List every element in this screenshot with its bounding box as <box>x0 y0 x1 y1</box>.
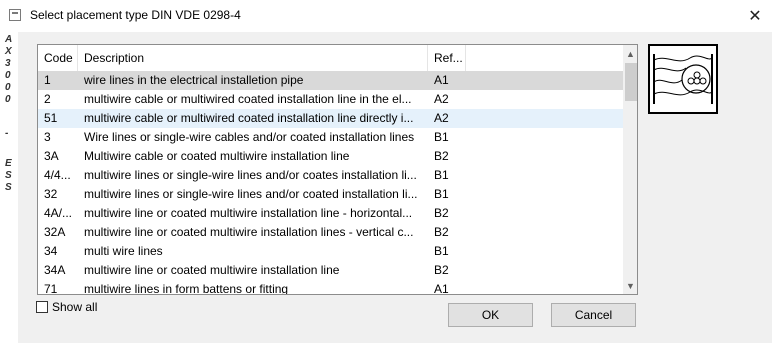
cell-code: 3A <box>44 149 59 163</box>
cell-code: 51 <box>44 111 58 125</box>
window-title: Select placement type DIN VDE 0298-4 <box>30 8 241 22</box>
cell-description: multiwire cable or multiwired coated ins… <box>84 92 412 106</box>
cell-ref: B1 <box>434 168 449 182</box>
table-row[interactable]: 51 multiwire cable or multiwired coated … <box>38 109 623 128</box>
cell-code: 34A <box>44 263 66 277</box>
side-rail: A X 3 0 0 0 - E S S <box>0 32 18 343</box>
table-row[interactable]: 2 multiwire cable or multiwired coated i… <box>38 90 623 109</box>
show-all-option[interactable]: Show all <box>36 300 97 314</box>
cell-ref: B2 <box>434 149 449 163</box>
side-letter: X <box>5 46 12 57</box>
side-letter: S <box>5 170 12 181</box>
cell-code: 32A <box>44 225 66 239</box>
column-header-description[interactable]: Description <box>78 45 428 71</box>
placement-preview-image <box>648 44 718 114</box>
show-all-label: Show all <box>52 300 98 314</box>
cell-description: multiwire lines or single-wire lines and… <box>84 187 418 201</box>
cell-code: 4/4... <box>44 168 71 182</box>
table-row[interactable]: 3A Multiwire cable or coated multiwire i… <box>38 147 623 166</box>
scroll-down-icon[interactable]: ▼ <box>623 277 637 294</box>
cell-ref: A2 <box>434 111 449 125</box>
table-row[interactable]: 32A multiwire line or coated multiwire i… <box>38 223 623 242</box>
cell-ref: B1 <box>434 187 449 201</box>
cell-code: 2 <box>44 92 51 106</box>
show-all-checkbox[interactable] <box>36 301 48 313</box>
cell-description: wire lines in the electrical installetio… <box>84 73 304 87</box>
cancel-button[interactable]: Cancel <box>551 303 636 327</box>
cell-description: multiwire line or coated multiwire insta… <box>84 206 413 220</box>
cell-description: multiwire cable or multiwired coated ins… <box>84 111 414 125</box>
column-header-code[interactable]: Code <box>38 45 78 71</box>
title-bar: Select placement type DIN VDE 0298-4 ✕ <box>0 0 772 32</box>
cell-description: Wire lines or single-wire cables and/or … <box>84 130 415 144</box>
placement-type-list[interactable]: Code Description Ref... 1 wire lines in … <box>37 44 638 295</box>
scroll-up-icon[interactable]: ▲ <box>623 45 637 62</box>
cell-description: multiwire line or coated multiwire insta… <box>84 263 340 277</box>
close-icon: ✕ <box>748 8 762 25</box>
table-row[interactable]: 3 Wire lines or single-wire cables and/o… <box>38 128 623 147</box>
table-row[interactable]: 34 multi wire lines B1 <box>38 242 623 261</box>
table-row[interactable]: 32 multiwire lines or single-wire lines … <box>38 185 623 204</box>
cell-code: 3 <box>44 130 51 144</box>
column-header-ref[interactable]: Ref... <box>428 45 466 71</box>
table-row[interactable]: 34A multiwire line or coated multiwire i… <box>38 261 623 280</box>
table-row[interactable]: 4A/... multiwire line or coated multiwir… <box>38 204 623 223</box>
side-letter: A <box>5 34 13 45</box>
cell-ref: B2 <box>434 225 449 239</box>
ok-button-label: OK <box>481 308 500 322</box>
cell-ref: A1 <box>434 282 449 295</box>
cell-code: 71 <box>44 282 58 295</box>
cell-ref: B1 <box>434 244 449 258</box>
cell-ref: B2 <box>434 206 449 220</box>
side-letter: 0 <box>5 82 11 93</box>
cell-description: multiwire line or coated multiwire insta… <box>84 225 414 239</box>
cell-description: multi wire lines <box>84 244 163 258</box>
cell-description: Multiwire cable or coated multiwire inst… <box>84 149 350 163</box>
cancel-button-label: Cancel <box>574 308 613 322</box>
side-letter: S <box>5 182 12 193</box>
cell-description: multiwire lines or single-wire lines and… <box>84 168 417 182</box>
vertical-scrollbar[interactable]: ▲ ▼ <box>623 45 637 294</box>
table-row[interactable]: 4/4... multiwire lines or single-wire li… <box>38 166 623 185</box>
window-icon <box>9 9 21 21</box>
side-letter: 0 <box>5 70 11 81</box>
side-dash: - <box>5 128 9 139</box>
cell-ref: B1 <box>434 130 449 144</box>
table-row[interactable]: 71 multiwire lines in form battens or fi… <box>38 280 623 295</box>
side-letter: E <box>5 158 12 169</box>
cell-code: 4A/... <box>44 206 73 220</box>
side-letter: 0 <box>5 94 11 105</box>
cell-code: 34 <box>44 244 58 258</box>
cell-code: 1 <box>44 73 51 87</box>
cell-description: multiwire lines in form battens or fitti… <box>84 282 289 295</box>
close-button[interactable]: ✕ <box>740 2 770 30</box>
cell-ref: A2 <box>434 92 449 106</box>
side-letter: 3 <box>5 58 11 69</box>
list-header: Code Description Ref... <box>38 45 623 72</box>
table-row[interactable]: 1 wire lines in the electrical installet… <box>38 71 623 90</box>
cell-ref: B2 <box>434 263 449 277</box>
ok-button[interactable]: OK <box>448 303 533 327</box>
scroll-thumb[interactable] <box>625 63 637 101</box>
list-rows: 1 wire lines in the electrical installet… <box>38 71 623 295</box>
cable-in-pipe-diagram-icon <box>653 54 713 104</box>
cell-code: 32 <box>44 187 58 201</box>
cell-ref: A1 <box>434 73 449 87</box>
